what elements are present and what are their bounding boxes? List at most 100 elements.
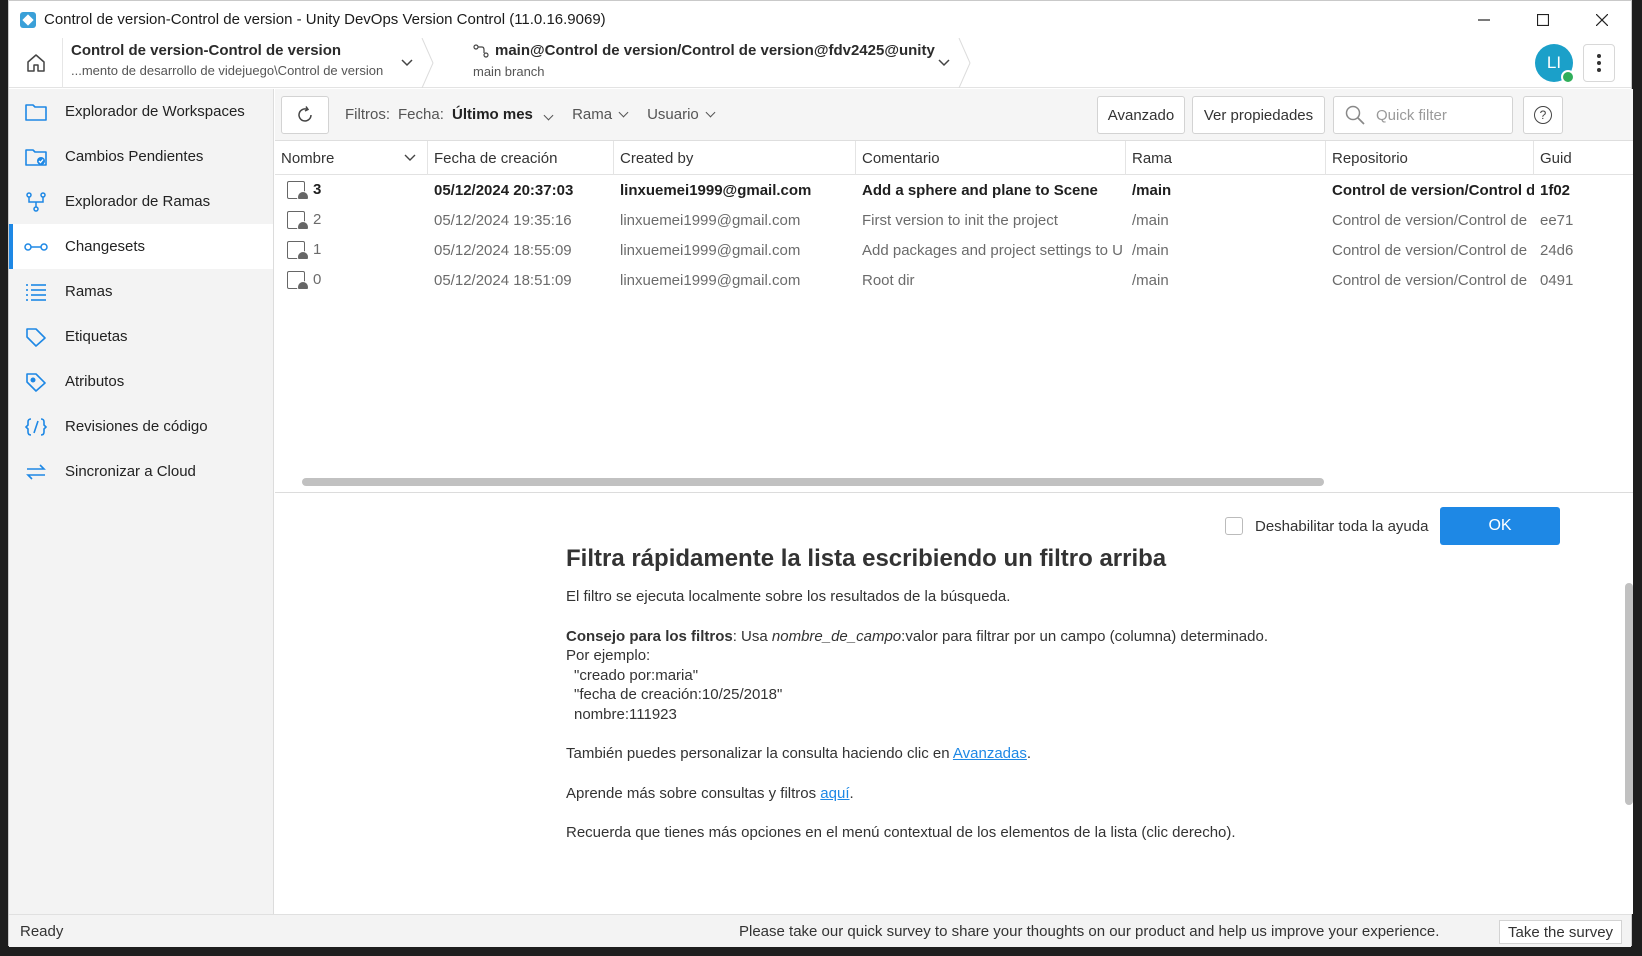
user-avatar[interactable]: LI bbox=[1535, 44, 1575, 84]
branch-icon bbox=[473, 43, 489, 58]
sidebar-item-branch-explorer[interactable]: Explorador de Ramas bbox=[9, 179, 273, 224]
disable-help-option[interactable]: Deshabilitar toda la ayuda bbox=[1225, 517, 1428, 535]
search-icon bbox=[1345, 105, 1365, 125]
sidebar-item-sync-cloud[interactable]: Sincronizar a Cloud bbox=[9, 449, 273, 494]
status-text: Ready bbox=[20, 922, 64, 940]
workspace-title: Control de version-Control de version bbox=[71, 42, 342, 59]
chevron-down-icon[interactable] bbox=[400, 56, 414, 70]
list-icon bbox=[23, 279, 49, 305]
sidebar-item-branches[interactable]: Ramas bbox=[9, 269, 273, 314]
user-filter[interactable]: Usuario bbox=[647, 106, 716, 123]
maximize-icon bbox=[1536, 13, 1549, 26]
more-options-button[interactable] bbox=[1583, 44, 1615, 82]
column-header-comment[interactable]: Comentario bbox=[856, 141, 1126, 175]
app-logo-icon bbox=[20, 11, 36, 28]
advanced-button[interactable]: Avanzado bbox=[1097, 96, 1185, 134]
table-row[interactable]: 2 05/12/2024 19:35:16 linxuemei1999@gmai… bbox=[275, 205, 1633, 235]
ok-button[interactable]: OK bbox=[1440, 507, 1560, 545]
workspace-path: ...mento de desarrollo de videjuego\Cont… bbox=[71, 63, 384, 78]
background-editor-right bbox=[1632, 0, 1642, 956]
help-example: "creado por:maria" bbox=[574, 666, 699, 684]
maximize-button[interactable] bbox=[1513, 1, 1572, 38]
breadcrumb-separator bbox=[958, 38, 971, 88]
refresh-button[interactable] bbox=[281, 96, 329, 134]
breadcrumb-separator bbox=[421, 38, 434, 88]
background-editor-bottom bbox=[0, 946, 1642, 956]
sidebar-item-pending-changes[interactable]: Cambios Pendientes bbox=[9, 134, 273, 179]
sidebar-item-attributes[interactable]: Atributos bbox=[9, 359, 273, 404]
attribute-tag-icon bbox=[23, 369, 49, 395]
view-properties-button[interactable]: Ver propiedades bbox=[1192, 96, 1325, 134]
date-filter[interactable]: Fecha: Último mes bbox=[398, 106, 554, 123]
table-row[interactable]: 1 05/12/2024 18:55:09 linxuemei1999@gmai… bbox=[275, 235, 1633, 265]
close-icon bbox=[1595, 13, 1608, 26]
column-header-created-by[interactable]: Created by bbox=[614, 141, 856, 175]
changeset-row-icon bbox=[287, 241, 309, 260]
window-title: Control de version-Control de version - … bbox=[44, 11, 606, 28]
changeset-row-icon bbox=[287, 181, 309, 200]
window-controls bbox=[1454, 1, 1631, 38]
table-row[interactable]: 0 05/12/2024 18:51:09 linxuemei1999@gmai… bbox=[275, 265, 1633, 295]
sidebar-item-label: Revisiones de código bbox=[65, 418, 208, 435]
avatar-initials: LI bbox=[1546, 53, 1562, 72]
sidebar-item-code-reviews[interactable]: Revisiones de código bbox=[9, 404, 273, 449]
home-button[interactable] bbox=[9, 38, 63, 88]
help-paragraph: También puedes personalizar la consulta … bbox=[566, 745, 1032, 762]
branch-filter-label: Rama bbox=[572, 106, 613, 123]
branch-subtitle: main branch bbox=[473, 64, 545, 79]
filters-bar: Filtros: Fecha: Último mes Rama Usuario bbox=[345, 106, 716, 123]
branch-filter[interactable]: Rama bbox=[572, 106, 629, 123]
sidebar-item-label: Changesets bbox=[65, 238, 146, 255]
sidebar-item-label: Atributos bbox=[65, 373, 125, 390]
column-header-guid[interactable]: Guid bbox=[1534, 141, 1633, 175]
chevron-down-icon[interactable] bbox=[937, 56, 951, 70]
take-survey-button[interactable]: Take the survey bbox=[1499, 920, 1623, 944]
chevron-down-icon bbox=[618, 107, 629, 118]
sidebar-item-workspaces[interactable]: Explorador de Workspaces bbox=[9, 89, 273, 134]
app-window: Control de version-Control de version - … bbox=[8, 0, 1633, 947]
column-header-date[interactable]: Fecha de creación bbox=[428, 141, 614, 175]
help-example: nombre:111923 bbox=[574, 705, 677, 723]
sidebar-item-label: Sincronizar a Cloud bbox=[65, 463, 196, 480]
sync-icon bbox=[23, 459, 49, 485]
changesets-view: Filtros: Fecha: Último mes Rama Usuario … bbox=[275, 89, 1633, 914]
advanced-link[interactable]: Avanzadas bbox=[953, 745, 1027, 762]
sidebar-item-label: Ramas bbox=[65, 283, 113, 300]
status-bar: Ready Please take our quick survey to sh… bbox=[9, 914, 1631, 947]
sidebar: Explorador de Workspaces Cambios Pendien… bbox=[9, 89, 274, 914]
home-icon bbox=[26, 54, 45, 72]
help-example-label: Por ejemplo: bbox=[566, 647, 651, 664]
sidebar-item-labels[interactable]: Etiquetas bbox=[9, 314, 273, 359]
disable-help-checkbox[interactable] bbox=[1225, 517, 1243, 535]
background-editor-strip bbox=[0, 0, 8, 956]
help-example: "fecha de creación:10/25/2018" bbox=[574, 686, 783, 703]
learn-more-link[interactable]: aquí bbox=[820, 785, 849, 802]
branch-title: main@Control de version/Control de versi… bbox=[495, 42, 935, 59]
sidebar-item-label: Explorador de Ramas bbox=[65, 193, 211, 210]
column-header-repository[interactable]: Repositorio bbox=[1326, 141, 1534, 175]
tag-icon bbox=[23, 324, 49, 350]
folder-icon bbox=[23, 99, 49, 125]
changeset-row-icon bbox=[287, 211, 309, 230]
sidebar-item-label: Cambios Pendientes bbox=[65, 148, 204, 165]
table-row[interactable]: 3 05/12/2024 20:37:03 linxuemei1999@gmai… bbox=[275, 175, 1633, 205]
help-paragraph: Aprende más sobre consultas y filtros aq… bbox=[566, 784, 854, 802]
date-filter-value: Último mes bbox=[452, 106, 533, 123]
help-panel: Deshabilitar toda la ayuda OK Filtra ráp… bbox=[275, 493, 1633, 874]
chevron-down-icon bbox=[543, 110, 554, 121]
help-button[interactable]: ? bbox=[1523, 96, 1563, 134]
lock-badge-icon bbox=[1561, 70, 1575, 84]
column-header-name[interactable]: Nombre bbox=[275, 141, 428, 175]
sidebar-item-changesets[interactable]: Changesets bbox=[9, 224, 273, 269]
quick-filter[interactable] bbox=[1333, 96, 1513, 134]
workspace-selector[interactable]: Control de version-Control de version ..… bbox=[71, 42, 411, 78]
close-button[interactable] bbox=[1572, 1, 1631, 38]
quick-filter-input[interactable] bbox=[1376, 106, 1506, 124]
sort-chevron-icon bbox=[404, 154, 416, 161]
column-header-branch[interactable]: Rama bbox=[1126, 141, 1326, 175]
minimize-button[interactable] bbox=[1454, 1, 1513, 38]
help-content: Filtra rápidamente la lista escribiendo … bbox=[566, 545, 1466, 843]
vertical-scrollbar[interactable] bbox=[1625, 583, 1633, 805]
horizontal-scrollbar[interactable] bbox=[302, 478, 1324, 486]
branch-selector[interactable]: main@Control de version/Control de versi… bbox=[473, 42, 973, 79]
